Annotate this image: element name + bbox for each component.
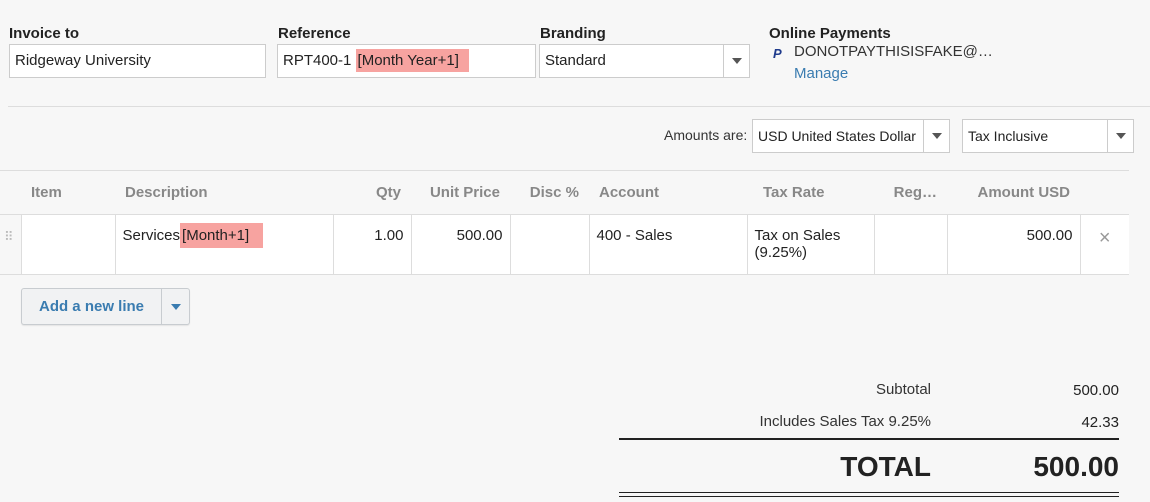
col-disc: Disc % [510, 170, 589, 215]
cell-unit-price[interactable]: 500.00 [410, 214, 511, 275]
chevron-down-icon[interactable] [923, 120, 949, 152]
cell-region[interactable] [873, 214, 948, 275]
col-tax-rate: Tax Rate [747, 170, 874, 215]
total-rule [619, 438, 1119, 440]
add-line-button[interactable]: Add a new line [21, 288, 190, 325]
amounts-are-label: Amounts are: [664, 127, 748, 143]
col-unit-price: Unit Price [411, 170, 510, 215]
currency-select[interactable]: USD United States Dollar [752, 119, 950, 153]
paypal-icon: P [773, 46, 782, 61]
manage-link[interactable]: Manage [794, 65, 848, 82]
col-amount: Amount USD [947, 170, 1080, 215]
line-items-table: Item Description Qty Unit Price Disc % A… [0, 170, 1129, 275]
cell-disc[interactable] [509, 214, 590, 275]
branding-label: Branding [540, 25, 606, 42]
currency-value: USD United States Dollar [758, 128, 916, 144]
cell-description[interactable]: Services [Month+1] [114, 214, 334, 275]
tax-mode-select[interactable]: Tax Inclusive [962, 119, 1134, 153]
add-line-label: Add a new line [38, 298, 144, 315]
description-highlight: [Month+1] [180, 223, 264, 248]
table-row: ⠿ Services [Month+1] 1.00 500.00 400 - Sa… [0, 214, 1129, 275]
subtotal-value: 500.00 [1073, 382, 1119, 399]
online-payments-label: Online Payments [769, 25, 891, 42]
branding-value: Standard [545, 52, 606, 69]
col-qty: Qty [333, 170, 411, 215]
chevron-down-icon[interactable] [161, 289, 189, 324]
cell-amount[interactable]: 500.00 [946, 214, 1081, 275]
col-item: Item [21, 170, 115, 215]
invoice-to-value: Ridgeway University [15, 52, 151, 69]
cell-qty[interactable]: 1.00 [332, 214, 412, 275]
total-label: TOTAL [840, 451, 931, 482]
cell-tax-rate[interactable]: Tax on Sales (9.25%) [746, 214, 875, 275]
col-account: Account [589, 170, 747, 215]
chevron-down-icon[interactable] [723, 45, 749, 77]
invoice-to-label: Invoice to [9, 25, 80, 42]
col-region: Reg… [874, 170, 947, 215]
reference-highlight: [Month Year+1] [355, 49, 469, 72]
cell-account[interactable]: 400 - Sales [588, 214, 748, 275]
branding-select[interactable]: Standard [539, 44, 750, 78]
reference-input[interactable]: RPT400-1 [Month Year+1] [277, 44, 536, 78]
total-value: 500.00 [1033, 451, 1119, 482]
reference-prefix: RPT400-1 [283, 52, 352, 69]
invoice-to-input[interactable]: Ridgeway University [9, 44, 266, 78]
delete-row-icon[interactable]: × [1079, 214, 1129, 275]
divider [8, 106, 1150, 107]
table-header: Item Description Qty Unit Price Disc % A… [0, 170, 1129, 215]
total-double-rule-1 [619, 492, 1119, 493]
col-description: Description [115, 170, 333, 215]
cell-item[interactable] [20, 214, 116, 275]
total-double-rule-2 [619, 496, 1119, 497]
chevron-down-icon[interactable] [1107, 120, 1133, 152]
tax-label: Includes Sales Tax 9.25% [759, 413, 932, 430]
payment-email: DONOTPAYTHISISFAKE@… [794, 43, 993, 60]
drag-handle-icon[interactable]: ⠿ [0, 214, 22, 275]
subtotal-label: Subtotal [875, 381, 931, 398]
tax-mode-value: Tax Inclusive [968, 128, 1049, 144]
tax-value: 42.33 [1081, 414, 1119, 431]
reference-label: Reference [278, 25, 351, 42]
description-text: Services [122, 227, 181, 244]
